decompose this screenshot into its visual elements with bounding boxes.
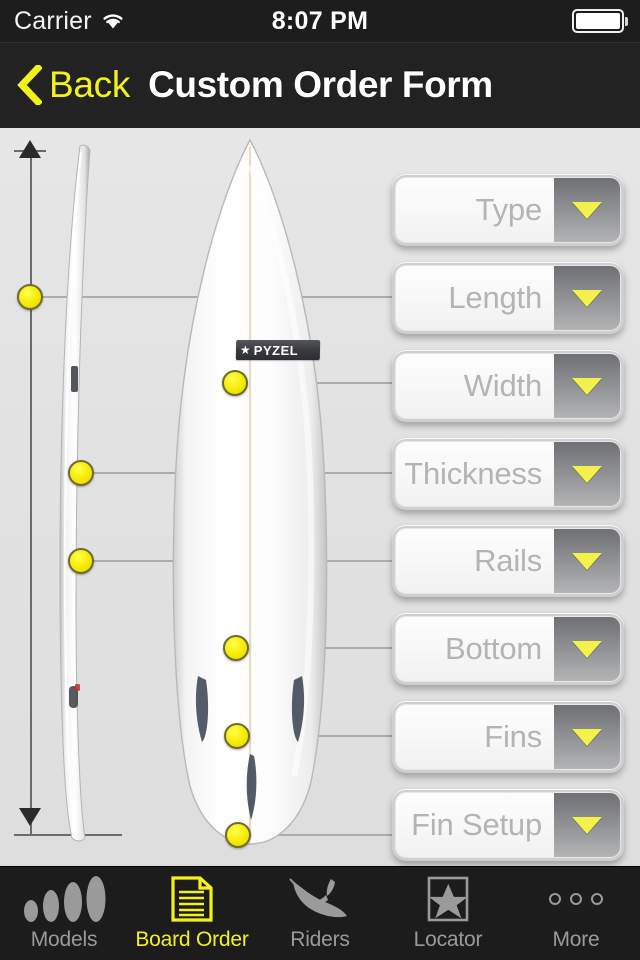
document-icon (169, 875, 215, 923)
tab-more-label: More (552, 928, 600, 951)
chevron-down-icon[interactable] (554, 266, 620, 330)
tab-models-label: Models (30, 928, 98, 951)
chevron-down-icon[interactable] (554, 354, 620, 418)
dropdown-bottom[interactable]: Bottom (392, 613, 624, 685)
marker-bottom[interactable] (223, 635, 249, 661)
status-bar-time: 8:07 PM (271, 6, 369, 35)
tab-board-order-label: Board Order (135, 928, 249, 951)
dropdown-rails[interactable]: Rails (392, 525, 624, 597)
dropdown-length[interactable]: Length (392, 262, 624, 334)
status-bar: Carrier 8:07 PM (0, 0, 640, 42)
dropdown-type[interactable]: Type (392, 174, 624, 246)
page-title: Custom Order Form (148, 64, 493, 105)
tab-locator[interactable]: Locator (384, 867, 512, 960)
tab-riders[interactable]: Riders (256, 867, 384, 960)
marker-thickness[interactable] (68, 460, 94, 486)
back-label: Back (49, 64, 131, 105)
surfboard-top-view (150, 136, 350, 848)
chevron-down-icon[interactable] (554, 705, 620, 769)
chevron-down-icon[interactable] (554, 178, 620, 242)
dropdown-fin-setup[interactable]: Fin Setup (392, 789, 624, 861)
tab-locator-label: Locator (413, 928, 483, 951)
ellipsis-icon (549, 875, 603, 923)
chevron-down-icon[interactable] (554, 442, 620, 506)
marker-rails[interactable] (68, 548, 94, 574)
tab-riders-label: Riders (290, 928, 350, 951)
dropdown-type-label: Type (396, 178, 554, 242)
dropdown-width[interactable]: Width (392, 350, 624, 422)
dropdown-length-label: Length (396, 266, 554, 330)
battery-full-icon (571, 9, 628, 33)
brand-name: PYZEL (253, 342, 299, 358)
dropdown-thickness[interactable]: Thickness (392, 438, 624, 510)
dropdown-bottom-label: Bottom (396, 617, 554, 681)
marker-fins[interactable] (224, 723, 250, 749)
dropdown-fins[interactable]: Fins (392, 701, 624, 773)
surfboards-icon (19, 875, 109, 923)
dropdown-rails-label: Rails (396, 529, 554, 593)
chevron-down-icon[interactable] (554, 793, 620, 857)
tab-board-order[interactable]: Board Order (128, 867, 256, 960)
tab-more[interactable]: More (512, 867, 640, 960)
brand-logo-decal: ★ PYZEL (235, 340, 321, 360)
dropdown-width-label: Width (396, 354, 554, 418)
board-order-canvas: ★ PYZEL Type Length Width Thickness Rail… (0, 128, 640, 866)
marker-fin-setup[interactable] (225, 822, 251, 848)
surfer-icon (287, 875, 353, 923)
navigation-bar: Back Custom Order Form (0, 42, 640, 128)
dropdown-fins-label: Fins (396, 705, 554, 769)
star-icon: ★ (239, 343, 251, 357)
surfboard-side-profile (46, 138, 108, 850)
chevron-down-icon[interactable] (554, 529, 620, 593)
tab-bar: Models Board Order Riders Locator More (0, 866, 640, 960)
marker-length[interactable] (17, 284, 43, 310)
back-button[interactable]: Back (16, 63, 131, 107)
dropdown-fin-setup-label: Fin Setup (396, 793, 554, 857)
tab-models[interactable]: Models (0, 867, 128, 960)
star-box-icon (425, 875, 471, 923)
marker-width[interactable] (222, 370, 248, 396)
chevron-down-icon[interactable] (554, 617, 620, 681)
dropdown-thickness-label: Thickness (396, 442, 554, 506)
chevron-left-icon (16, 63, 43, 107)
